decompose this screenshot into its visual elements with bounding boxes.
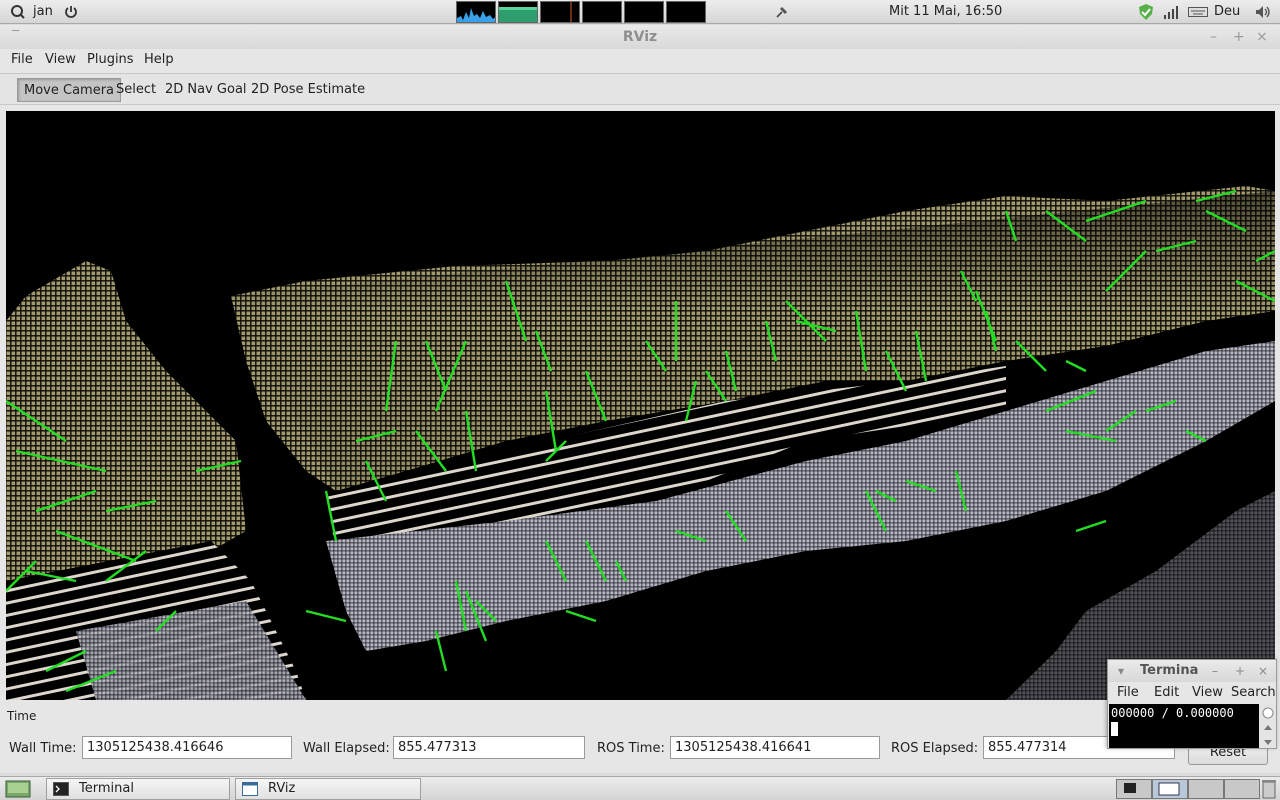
wall-time-field[interactable]: 1305125438.416646 (82, 736, 292, 759)
close-button[interactable]: × (1256, 25, 1268, 49)
taskbar: Terminal RViz (0, 776, 1280, 800)
terminal-menu-search[interactable]: Search (1231, 685, 1276, 700)
ros-elapsed-label: ROS Elapsed: (891, 741, 979, 756)
volume-icon[interactable] (1254, 0, 1272, 24)
menubar: File View Plugins Help (0, 49, 1280, 71)
menu-file[interactable]: File (11, 52, 33, 67)
cpu-graph (456, 1, 496, 23)
normal-arrow (565, 609, 597, 623)
top-panel: jan Mit 11 Mai, 16:50 Deu (0, 0, 1280, 24)
terminal-maximize-button[interactable]: + (1235, 660, 1245, 682)
wall-elapsed-field[interactable]: 855.477313 (393, 736, 585, 759)
normal-arrow (305, 609, 347, 623)
system-monitor[interactable] (456, 1, 706, 23)
disk-graph (666, 1, 706, 23)
maximize-button[interactable]: + (1233, 25, 1245, 49)
taskbar-rviz-label: RViz (268, 781, 296, 796)
nav-goal-tool[interactable]: 2D Nav Goal (159, 78, 253, 102)
power-icon[interactable] (64, 0, 78, 24)
taskbar-item-terminal[interactable]: Terminal (46, 778, 230, 800)
window-menu-icon[interactable]: ‾ (12, 25, 19, 49)
left-wall-cloud (6, 261, 246, 581)
swap-graph (582, 1, 622, 23)
wall-elapsed-label: Wall Elapsed: (303, 741, 390, 756)
workspace-switcher[interactable] (1116, 779, 1276, 800)
3d-render-view[interactable] (6, 111, 1275, 700)
terminal-menu-view[interactable]: View (1192, 685, 1223, 700)
menu-plugins[interactable]: Plugins (87, 52, 134, 67)
pose-estimate-tool[interactable]: 2D Pose Estimate (245, 78, 371, 102)
select-tool[interactable]: Select (110, 78, 162, 102)
terminal-minimize-button[interactable]: – (1212, 660, 1218, 682)
rviz-window: ‾ RViz – + × File View Plugins Help Move… (0, 25, 1280, 773)
terminal-scrollbar[interactable] (1260, 704, 1276, 748)
ros-time-field[interactable]: 1305125438.416641 (670, 736, 880, 759)
keyboard-icon (1188, 0, 1208, 24)
keyboard-layout[interactable]: Deu (1214, 0, 1240, 24)
terminal-cursor (1111, 722, 1118, 736)
network-graph (540, 1, 580, 23)
signal-strength-icon[interactable] (1163, 0, 1179, 24)
terminal-output-line: 000000 / 0.000000 (1111, 706, 1234, 720)
ros-time-label: ROS Time: (597, 741, 665, 756)
window-title: RViz (622, 29, 658, 45)
time-panel-title: Time (7, 709, 37, 723)
terminal-menu-arrow-icon[interactable]: ▾ (1118, 660, 1124, 682)
trash-icon[interactable] (1262, 779, 1276, 800)
user-name[interactable]: jan (33, 0, 53, 24)
terminal-menu-edit[interactable]: Edit (1154, 685, 1179, 700)
point-cloud-scene (6, 186, 1275, 700)
memory-graph (498, 1, 538, 23)
taskbar-terminal-label: Terminal (79, 781, 134, 796)
time-panel: Time Wall Time: 1305125438.416646 Wall E… (0, 705, 1280, 773)
move-camera-tool[interactable]: Move Camera (17, 78, 122, 102)
security-shield-icon[interactable] (1137, 0, 1155, 24)
applications-menu-icon[interactable] (10, 0, 26, 24)
menu-view[interactable]: View (45, 52, 76, 67)
show-desktop-icon[interactable] (5, 779, 31, 800)
load-graph (624, 1, 664, 23)
clock[interactable]: Mit 11 Mai, 16:50 (889, 0, 1002, 24)
normal-arrow (1065, 359, 1087, 373)
normal-arrow (1075, 519, 1107, 533)
pin-icon[interactable] (774, 0, 790, 24)
terminal-window: ▾ Termina – + × File Edit View Search 00… (1107, 659, 1277, 749)
minimize-button[interactable]: – (1210, 25, 1217, 49)
terminal-close-button[interactable]: × (1258, 660, 1268, 682)
terminal-titlebar[interactable]: ▾ Termina – + × (1108, 660, 1276, 682)
terminal-screen[interactable]: 000000 / 0.000000 (1109, 704, 1259, 748)
taskbar-item-rviz[interactable]: RViz (235, 778, 421, 800)
menu-help[interactable]: Help (144, 52, 174, 67)
terminal-icon (53, 782, 69, 796)
window-titlebar[interactable]: ‾ RViz – + × (0, 25, 1280, 49)
window-icon (242, 782, 258, 796)
terminal-menu-file[interactable]: File (1117, 685, 1139, 700)
wall-time-label: Wall Time: (9, 741, 77, 756)
terminal-title: Termina (1140, 663, 1199, 678)
tool-bar: Move Camera Select 2D Nav Goal 2D Pose E… (0, 73, 1280, 105)
